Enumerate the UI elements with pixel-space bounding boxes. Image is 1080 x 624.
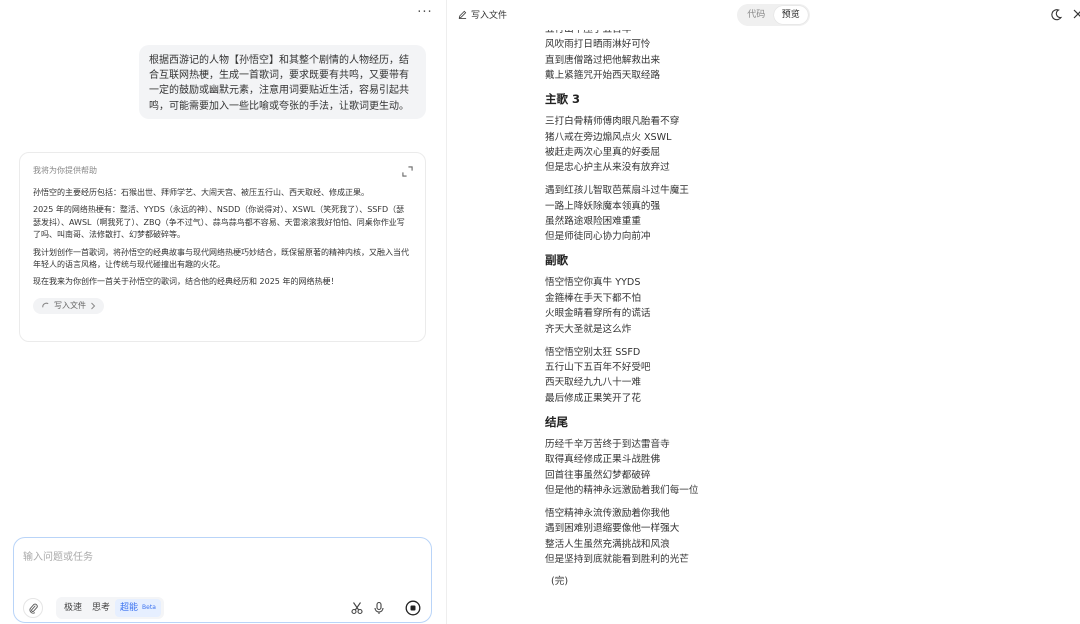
beta-badge: Beta — [142, 604, 156, 611]
lyric-line: 戴上紧箍咒开始西天取经路 — [545, 70, 661, 82]
lyric-line: 但是师徒同心协力向前冲 — [545, 231, 651, 243]
write-file-chip-label: 写入文件 — [54, 301, 86, 311]
view-toggle: 代码 预览 — [737, 4, 810, 26]
lyric-line: 历经千辛万苦终于到达雷音寺 — [545, 438, 670, 450]
moon-icon[interactable] — [1049, 8, 1063, 22]
preview-pane: 写入文件 代码 预览 五行山下压了五百年 风吹雨打日晒雨淋好可怜 直到唐僧路过把… — [446, 0, 1080, 624]
lyrics-document: 五行山下压了五百年 风吹雨打日晒雨淋好可怜 直到唐僧路过把他解救出来 戴上紧箍咒… — [545, 22, 1045, 589]
stop-icon[interactable] — [405, 600, 421, 616]
lyric-line: 悟空精神永流传激励着你我他 — [545, 507, 670, 519]
lyric-line: 遇到红孩儿智取芭蕉扇斗过牛魔王 — [545, 185, 689, 197]
section-heading: 主歌 3 — [545, 92, 581, 107]
lyric-line: 被赶走两次心里真的好委屈 — [545, 146, 661, 158]
lyric-line: 最后修成正果笑开了花 — [545, 392, 641, 404]
lyric-line: 一路上降妖除魔本领真的强 — [545, 200, 661, 212]
paperclip-icon — [29, 603, 38, 614]
stanza: 历经千辛万苦终于到达雷音寺 取得真经修成正果斗战胜佛 回首往事虽然幻梦都破碎 但… — [545, 437, 1045, 499]
more-options-button[interactable]: ··· — [414, 4, 436, 22]
user-message-bubble: 根据西游记的人物【孙悟空】和其整个剧情的人物经历，结合互联网热梗，生成一首歌词，… — [139, 45, 426, 119]
file-title: 写入文件 — [458, 8, 507, 21]
write-file-chip[interactable]: 写入文件 — [33, 297, 104, 314]
mode-super-label: 超能 — [120, 603, 139, 613]
lyric-line: 西天取经九九八十一难 — [545, 377, 641, 389]
lyric-line: 猪八戒在旁边煽风点火 XSWL — [545, 131, 672, 143]
attach-button[interactable] — [23, 598, 43, 618]
lyric-line: 取得真经修成正果斗战胜佛 — [545, 454, 661, 466]
assistant-paragraph: 现在我来为你创作一首关于孙悟空的歌词，结合他的经典经历和 2025 年的网络热梗… — [33, 277, 339, 287]
lyric-line: 五行山下五百年不好受吧 — [545, 362, 651, 374]
composer: 极速 思考 超能 Beta — [13, 537, 432, 623]
assistant-paragraph: 2025 年的网络热梗有：整活、YYDS（永远的神）、NSDD（你说得对）、XS… — [33, 205, 405, 240]
expand-icon[interactable] — [402, 166, 413, 177]
mode-selector: 极速 思考 超能 Beta — [56, 597, 164, 619]
microphone-icon[interactable] — [372, 601, 386, 615]
lyric-line: 但是坚持到底就能看到胜利的光芒 — [545, 554, 689, 566]
assistant-response-card: 我将为你提供帮助 孙悟空的主要经历包括：石猴出世、拜师学艺、大闹天宫、被压五行山… — [19, 152, 426, 342]
lyric-line: 火眼金睛看穿所有的谎话 — [545, 308, 651, 320]
lyric-line: 悟空悟空你真牛 YYDS — [545, 277, 641, 289]
task-input[interactable] — [23, 546, 421, 568]
lyric-line: 悟空悟空别太狂 SSFD — [545, 346, 641, 358]
mode-fast[interactable]: 极速 — [59, 599, 87, 617]
assistant-paragraph: 我计划创作一首歌词，将孙悟空的经典故事与现代网络热梗巧妙结合，既保留原著的精神内… — [33, 247, 409, 270]
lyric-line: 金箍棒在手天下都不怕 — [545, 292, 641, 304]
lyric-line: 但是忠心护主从来没有放弃过 — [545, 162, 670, 174]
end-marker: (完) — [551, 576, 569, 588]
tab-code[interactable]: 代码 — [739, 6, 774, 24]
lyric-line: 三打白骨精师傅肉眼凡胎看不穿 — [545, 116, 680, 128]
assistant-header: 我将为你提供帮助 — [33, 166, 97, 175]
lyric-line: 虽然路途艰险困难重重 — [545, 216, 641, 228]
lyric-line: 直到唐僧路过把他解救出来 — [545, 54, 661, 66]
spinner-icon — [42, 303, 49, 308]
lyric-line: 回首往事虽然幻梦都破碎 — [545, 469, 651, 481]
chat-pane: ··· 根据西游记的人物【孙悟空】和其整个剧情的人物经历，结合互联网热梗，生成一… — [0, 0, 446, 624]
lyric-line: 齐天大圣就是这么炸 — [545, 323, 632, 335]
stanza: 遇到红孩儿智取芭蕉扇斗过牛魔王 一路上降妖除魔本领真的强 虽然路途艰险困难重重 … — [545, 183, 1045, 245]
section-heading: 副歌 — [545, 253, 568, 268]
preview-toolbar: 写入文件 代码 预览 — [447, 0, 1080, 30]
stanza: 悟空悟空别太狂 SSFD 五行山下五百年不好受吧 西天取经九九八十一难 最后修成… — [545, 345, 1045, 407]
chevron-right-icon — [91, 302, 96, 310]
stanza: 悟空精神永流传激励着你我他 遇到困难别退缩要像他一样强大 整活人生虽然充满挑战和… — [545, 506, 1045, 568]
lyric-line: 但是他的精神永远激励着我们每一位 — [545, 484, 699, 496]
stanza: 三打白骨精师傅肉眼凡胎看不穿 猪八戒在旁边煽风点火 XSWL 被赶走两次心里真的… — [545, 114, 1045, 176]
lyric-line: 整活人生虽然充满挑战和风浪 — [545, 538, 670, 550]
pencil-icon — [458, 10, 467, 19]
lyric-line: 遇到困难别退缩要像他一样强大 — [545, 523, 680, 535]
tab-preview[interactable]: 预览 — [773, 6, 808, 24]
lyric-line: 风吹雨打日晒雨淋好可怜 — [545, 39, 651, 51]
stanza: 五行山下压了五百年 风吹雨打日晒雨淋好可怜 直到唐僧路过把他解救出来 戴上紧箍咒… — [545, 22, 1045, 84]
file-title-label: 写入文件 — [471, 11, 508, 21]
close-icon[interactable] — [1071, 7, 1080, 21]
section-heading: 结尾 — [545, 414, 568, 429]
stanza: 悟空悟空你真牛 YYDS 金箍棒在手天下都不怕 火眼金睛看穿所有的谎话 齐天大圣… — [545, 275, 1045, 337]
mode-super[interactable]: 超能 Beta — [115, 599, 161, 617]
assistant-paragraph: 孙悟空的主要经历包括：石猴出世、拜师学艺、大闹天宫、被压五行山、西天取经、修成正… — [33, 188, 369, 197]
scissors-icon[interactable] — [350, 601, 364, 615]
mode-think[interactable]: 思考 — [87, 599, 115, 617]
